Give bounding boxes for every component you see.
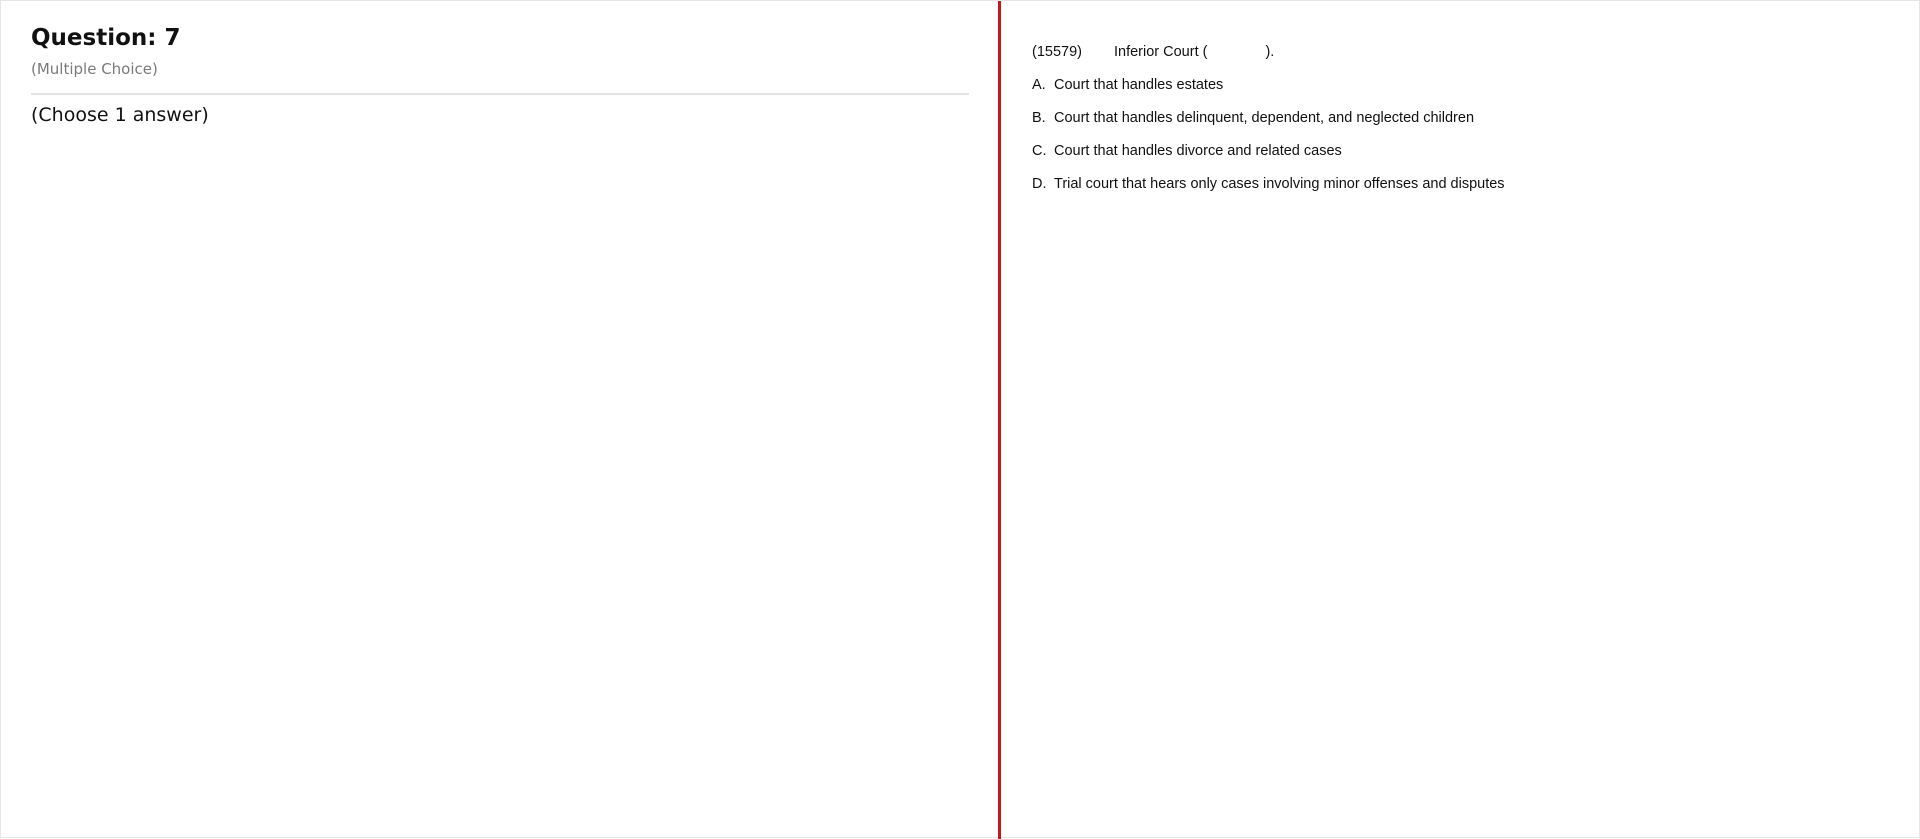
- question-title: Question: 7: [31, 25, 181, 51]
- option-text: Trial court that hears only cases involv…: [1054, 176, 1505, 192]
- question-frame: Question: 7 (Multiple Choice) (Choose 1 …: [0, 0, 1920, 839]
- question-content-pane: (15579) Inferior Court (). A. Court that h…: [1001, 1, 1919, 837]
- option-letter: D.: [1032, 176, 1047, 192]
- header-divider: [31, 93, 969, 95]
- question-stem-text: Inferior Court (: [1113, 44, 1208, 60]
- option-letter: C.: [1032, 143, 1047, 159]
- question-stem: (15579) Inferior Court ().: [1032, 44, 1274, 60]
- option-d[interactable]: D. Trial court that hears only cases invo…: [1032, 176, 1505, 192]
- question-type: (Multiple Choice): [31, 60, 158, 78]
- option-text: Court that handles delinquent, dependent…: [1054, 110, 1475, 126]
- question-info-pane: Question: 7 (Multiple Choice) (Choose 1 …: [1, 1, 998, 837]
- question-id: (15579): [1032, 44, 1082, 60]
- option-a[interactable]: A. Court that handles estates: [1032, 77, 1223, 93]
- answer-instruction: (Choose 1 answer): [31, 104, 209, 126]
- option-b[interactable]: B. Court that handles delinquent, depende…: [1032, 110, 1474, 126]
- question-stem-closing: ).: [1265, 44, 1275, 60]
- option-text: Court that handles estates: [1054, 77, 1224, 93]
- option-text: Court that handles divorce and related c…: [1054, 143, 1342, 159]
- option-letter: A.: [1032, 77, 1046, 93]
- option-c[interactable]: C. Court that handles divorce and related…: [1032, 143, 1342, 159]
- option-letter: B.: [1032, 110, 1046, 126]
